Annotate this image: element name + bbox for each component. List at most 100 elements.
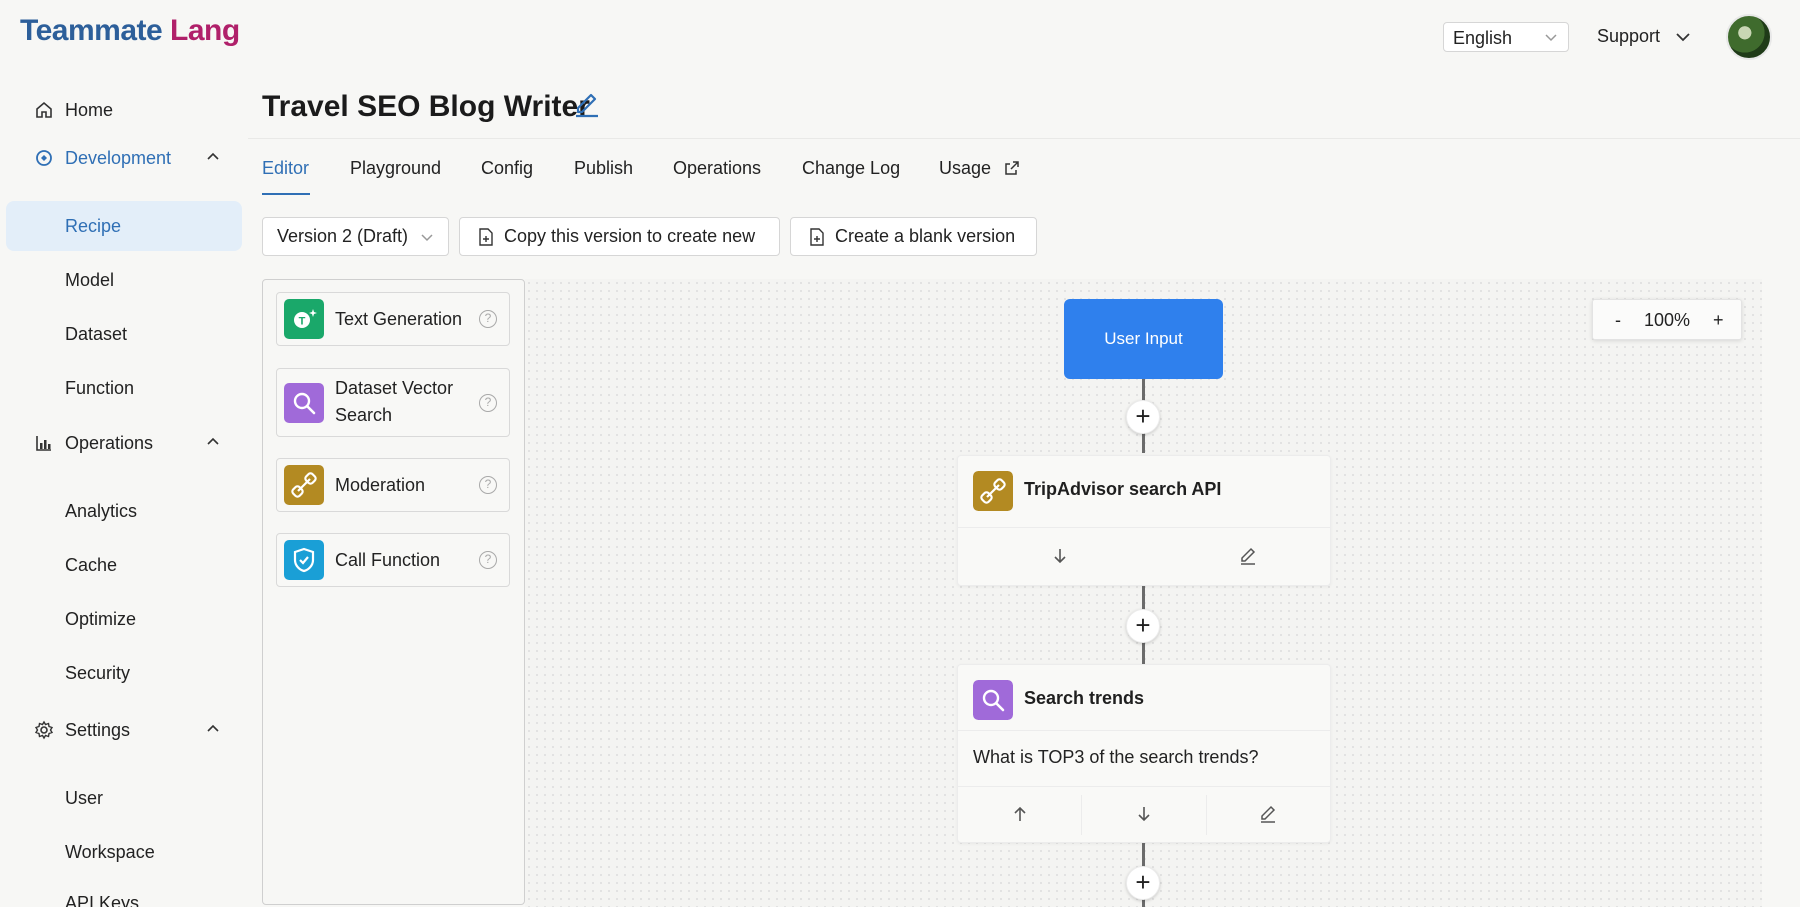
chevron-down-icon	[1545, 34, 1557, 42]
sidebar-item-security[interactable]: Security	[0, 648, 248, 698]
sidebar-item-workspace[interactable]: Workspace	[0, 827, 248, 877]
tab-usage[interactable]: Usage	[939, 158, 1020, 179]
sidebar-item-label: Operations	[65, 432, 154, 453]
tab-usage-label: Usage	[939, 158, 992, 178]
sidebar-group-operations[interactable]: Operations	[0, 418, 248, 468]
sidebar-group-development[interactable]: Development	[0, 133, 248, 183]
development-icon	[36, 150, 52, 166]
action-divider	[1081, 795, 1082, 835]
sidebar-item-label: Settings	[65, 719, 131, 740]
search-icon	[284, 383, 324, 423]
app-logo: Teammate Lang	[20, 14, 240, 48]
edit-icon[interactable]	[1258, 804, 1278, 824]
palette-item-label: Text Generation	[335, 309, 463, 329]
sidebar-item-dataset[interactable]: Dataset	[0, 309, 248, 359]
sidebar-item-model[interactable]: Model	[0, 255, 248, 305]
header-divider	[248, 138, 1800, 139]
version-select[interactable]: Version 2 (Draft)	[262, 217, 449, 256]
copy-version-label: Copy this version to create new	[504, 226, 756, 246]
zoom-in-button[interactable]: +	[1713, 310, 1724, 331]
active-tab-indicator	[262, 193, 310, 195]
gear-icon	[34, 720, 54, 740]
chevron-up-icon	[207, 152, 219, 160]
arrow-down-icon[interactable]	[1050, 546, 1070, 566]
palette-item-label: Moderation	[335, 475, 426, 495]
action-divider	[1206, 795, 1207, 835]
sidebar-item-label: Development	[65, 147, 172, 168]
sidebar-item-label: Workspace	[65, 841, 155, 862]
page-title: Travel SEO Blog Writer	[262, 90, 590, 123]
support-menu[interactable]: Support	[1597, 26, 1691, 47]
sidebar-item-label: Model	[65, 269, 115, 290]
edit-title-icon[interactable]	[572, 90, 602, 120]
external-link-icon	[1005, 161, 1019, 175]
add-node-button[interactable]: +	[1126, 866, 1160, 900]
version-value: Version 2 (Draft)	[277, 226, 409, 246]
sidebar-item-label: Function	[65, 377, 135, 398]
sidebar-item-analytics[interactable]: Analytics	[0, 486, 248, 536]
chevron-down-icon	[1676, 33, 1690, 42]
language-value: English	[1453, 28, 1513, 48]
palette-item-call-function[interactable]: Call Function ?	[276, 533, 510, 587]
add-node-button[interactable]: +	[1126, 400, 1160, 434]
palette-item-moderation[interactable]: Moderation ?	[276, 458, 510, 512]
sidebar-item-function[interactable]: Function	[0, 363, 248, 413]
tab-change-log[interactable]: Change Log	[802, 158, 900, 179]
sidebar-item-label: Optimize	[65, 608, 137, 629]
sidebar-item-cache[interactable]: Cache	[0, 540, 248, 590]
chevron-up-icon	[207, 724, 219, 732]
sidebar-item-optimize[interactable]: Optimize	[0, 594, 248, 644]
create-blank-label: Create a blank version	[835, 226, 1016, 246]
arrow-down-icon[interactable]	[1134, 804, 1154, 824]
arrow-up-icon[interactable]	[1010, 804, 1030, 824]
support-label: Support	[1597, 26, 1661, 46]
sidebar-item-label: API Keys	[65, 893, 140, 907]
node-palette: T Text Generation ? Dataset Vector Searc…	[262, 279, 525, 905]
help-icon[interactable]: ?	[479, 476, 497, 494]
bar-chart-icon	[36, 436, 51, 451]
add-node-button[interactable]: +	[1126, 609, 1160, 643]
svg-text:T: T	[299, 316, 306, 328]
node-prompt: What is TOP3 of the search trends?	[973, 747, 1259, 767]
user-avatar[interactable]	[1726, 14, 1772, 60]
tab-operations[interactable]: Operations	[673, 158, 761, 179]
tab-config[interactable]: Config	[481, 158, 533, 179]
help-icon[interactable]: ?	[479, 310, 497, 328]
copy-version-button[interactable]: Copy this version to create new	[459, 217, 780, 256]
edit-icon[interactable]	[1238, 546, 1258, 566]
sidebar-item-user[interactable]: User	[0, 773, 248, 823]
sidebar-item-api-keys[interactable]: API Keys	[0, 881, 248, 907]
chevron-down-icon	[421, 234, 433, 242]
help-icon[interactable]: ?	[479, 394, 497, 412]
card-divider	[958, 730, 1330, 731]
palette-item-dataset-vector-search[interactable]: Dataset Vector Search ?	[276, 368, 510, 437]
text-generation-icon: T	[284, 299, 324, 339]
palette-item-label: Call Function	[335, 550, 441, 570]
node-title: Search trends	[1024, 688, 1145, 708]
zoom-level: 100%	[1644, 310, 1691, 330]
logo-text-secondary: Lang	[170, 14, 240, 47]
tab-playground[interactable]: Playground	[350, 158, 441, 179]
logo-text-primary: Teammate	[20, 14, 163, 47]
create-blank-version-button[interactable]: Create a blank version	[790, 217, 1037, 256]
sidebar-item-home[interactable]: Home	[0, 85, 248, 135]
zoom-out-button[interactable]: -	[1615, 310, 1621, 331]
sidebar-item-recipe[interactable]: Recipe	[6, 201, 242, 251]
tab-publish[interactable]: Publish	[574, 158, 633, 179]
document-add-icon	[479, 227, 493, 246]
tab-editor[interactable]: Editor	[262, 158, 309, 179]
language-select[interactable]: English	[1443, 22, 1569, 52]
palette-item-text-generation[interactable]: T Text Generation ?	[276, 292, 510, 346]
document-add-icon	[810, 227, 824, 246]
sidebar-item-label: Dataset	[65, 323, 128, 344]
help-icon[interactable]: ?	[479, 551, 497, 569]
node-card-search-trends[interactable]: Search trends What is TOP3 of the search…	[957, 664, 1331, 843]
search-icon	[973, 680, 1013, 720]
home-icon	[36, 101, 52, 118]
shield-icon	[284, 540, 324, 580]
user-input-node[interactable]: User Input	[1064, 299, 1223, 379]
card-divider	[958, 786, 1330, 787]
link-icon	[284, 465, 324, 505]
node-card-tripadvisor[interactable]: TripAdvisor search API	[957, 455, 1331, 586]
sidebar-group-settings[interactable]: Settings	[0, 705, 248, 755]
